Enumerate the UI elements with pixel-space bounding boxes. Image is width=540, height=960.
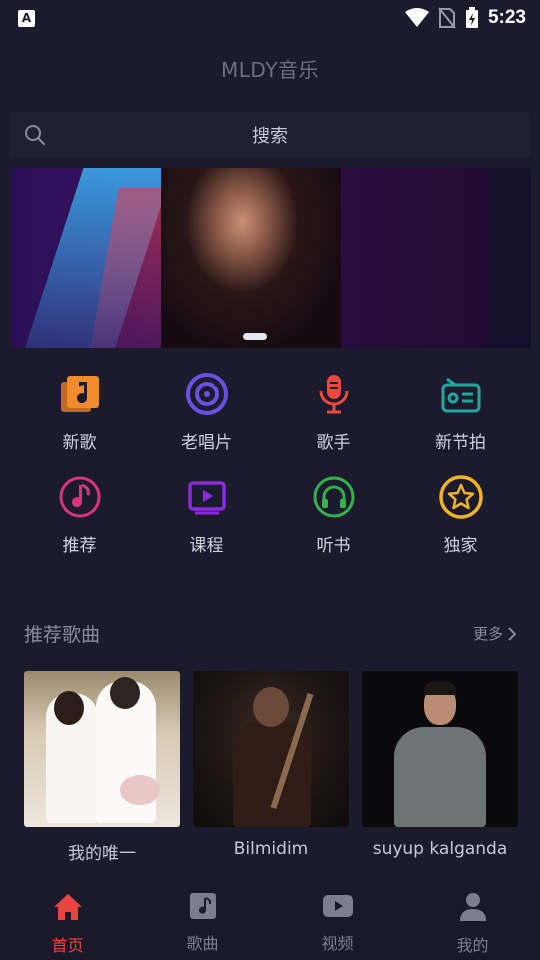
status-right: 5:23 [404, 7, 526, 29]
song-title: suyup kalganda [372, 839, 508, 859]
section-title: 推荐歌曲 [24, 624, 101, 646]
radio-icon [437, 370, 485, 418]
bottom-tab-bar: 首页 歌曲 视频 我的 [0, 880, 540, 960]
music-note-icon [189, 893, 216, 919]
search-label: 搜索 [252, 126, 288, 147]
music-note-circle-icon [56, 473, 104, 521]
category-new-songs[interactable]: 新歌 [16, 370, 143, 453]
search-icon [25, 125, 45, 145]
user-icon [459, 893, 486, 921]
music-note-square-icon [56, 370, 104, 418]
carousel-indicator [243, 333, 267, 340]
microphone-icon [310, 370, 358, 418]
wifi-icon [404, 8, 429, 27]
category-recommend[interactable]: 推荐 [16, 473, 143, 556]
battery-charging-icon [465, 7, 478, 28]
category-singers[interactable]: 歌手 [270, 370, 397, 453]
tab-home[interactable]: 首页 [0, 892, 135, 956]
category-label: 课程 [189, 536, 224, 556]
song-title: Bilmidim [233, 839, 309, 859]
vinyl-disc-icon [183, 370, 231, 418]
notification-a-icon: A [18, 9, 35, 27]
more-link[interactable]: 更多 [473, 623, 516, 644]
more-label: 更多 [472, 625, 503, 643]
song-card[interactable]: suyup kalganda [362, 671, 518, 864]
banner-singer-image [161, 168, 341, 348]
clock: 5:23 [487, 7, 526, 28]
category-label: 新节拍 [435, 433, 486, 453]
video-play-icon [183, 473, 231, 521]
category-grid: 新歌 老唱片 歌手 新节拍 推荐 课程 听书 独家 [16, 370, 524, 556]
banner-edge [489, 168, 531, 348]
headphones-icon [310, 473, 358, 521]
category-new-beats[interactable]: 新节拍 [397, 370, 524, 453]
tab-videos[interactable]: 视频 [270, 892, 405, 954]
category-label: 新歌 [62, 433, 97, 453]
tab-mine[interactable]: 我的 [405, 892, 540, 956]
tab-label: 我的 [456, 936, 489, 955]
home-icon [53, 894, 82, 920]
song-cover-image [362, 671, 518, 827]
category-courses[interactable]: 课程 [143, 473, 270, 556]
chevron-right-icon [508, 626, 516, 641]
tab-label: 首页 [51, 936, 84, 955]
song-card[interactable]: 我的唯一 [24, 671, 180, 864]
category-audiobooks[interactable]: 听书 [270, 473, 397, 556]
app-title: MLDY音乐 [221, 58, 319, 82]
category-exclusive[interactable]: 独家 [397, 473, 524, 556]
song-title: 我的唯一 [68, 844, 136, 864]
status-left: A [18, 9, 35, 27]
no-sim-icon [438, 7, 456, 29]
song-cover-image [193, 671, 349, 827]
song-list: 我的唯一 Bilmidim suyup kalganda [24, 671, 518, 864]
banner-carousel[interactable] [11, 168, 531, 348]
tab-label: 歌曲 [186, 934, 219, 953]
star-circle-icon [437, 473, 485, 521]
category-label: 老唱片 [181, 433, 232, 453]
tab-label: 视频 [321, 934, 354, 953]
category-label: 歌手 [316, 433, 351, 453]
recommended-header: 推荐歌曲 更多 [24, 620, 516, 647]
category-label: 推荐 [62, 536, 97, 556]
search-bar[interactable]: 搜索 [10, 112, 530, 158]
song-card[interactable]: Bilmidim [193, 671, 349, 864]
category-label: 听书 [316, 536, 351, 556]
song-cover-image [24, 671, 180, 827]
tab-songs[interactable]: 歌曲 [135, 892, 270, 954]
youtube-play-icon [322, 895, 353, 917]
category-label: 独家 [443, 536, 478, 556]
category-old-records[interactable]: 老唱片 [143, 370, 270, 453]
status-bar: A 5:23 [0, 0, 540, 36]
